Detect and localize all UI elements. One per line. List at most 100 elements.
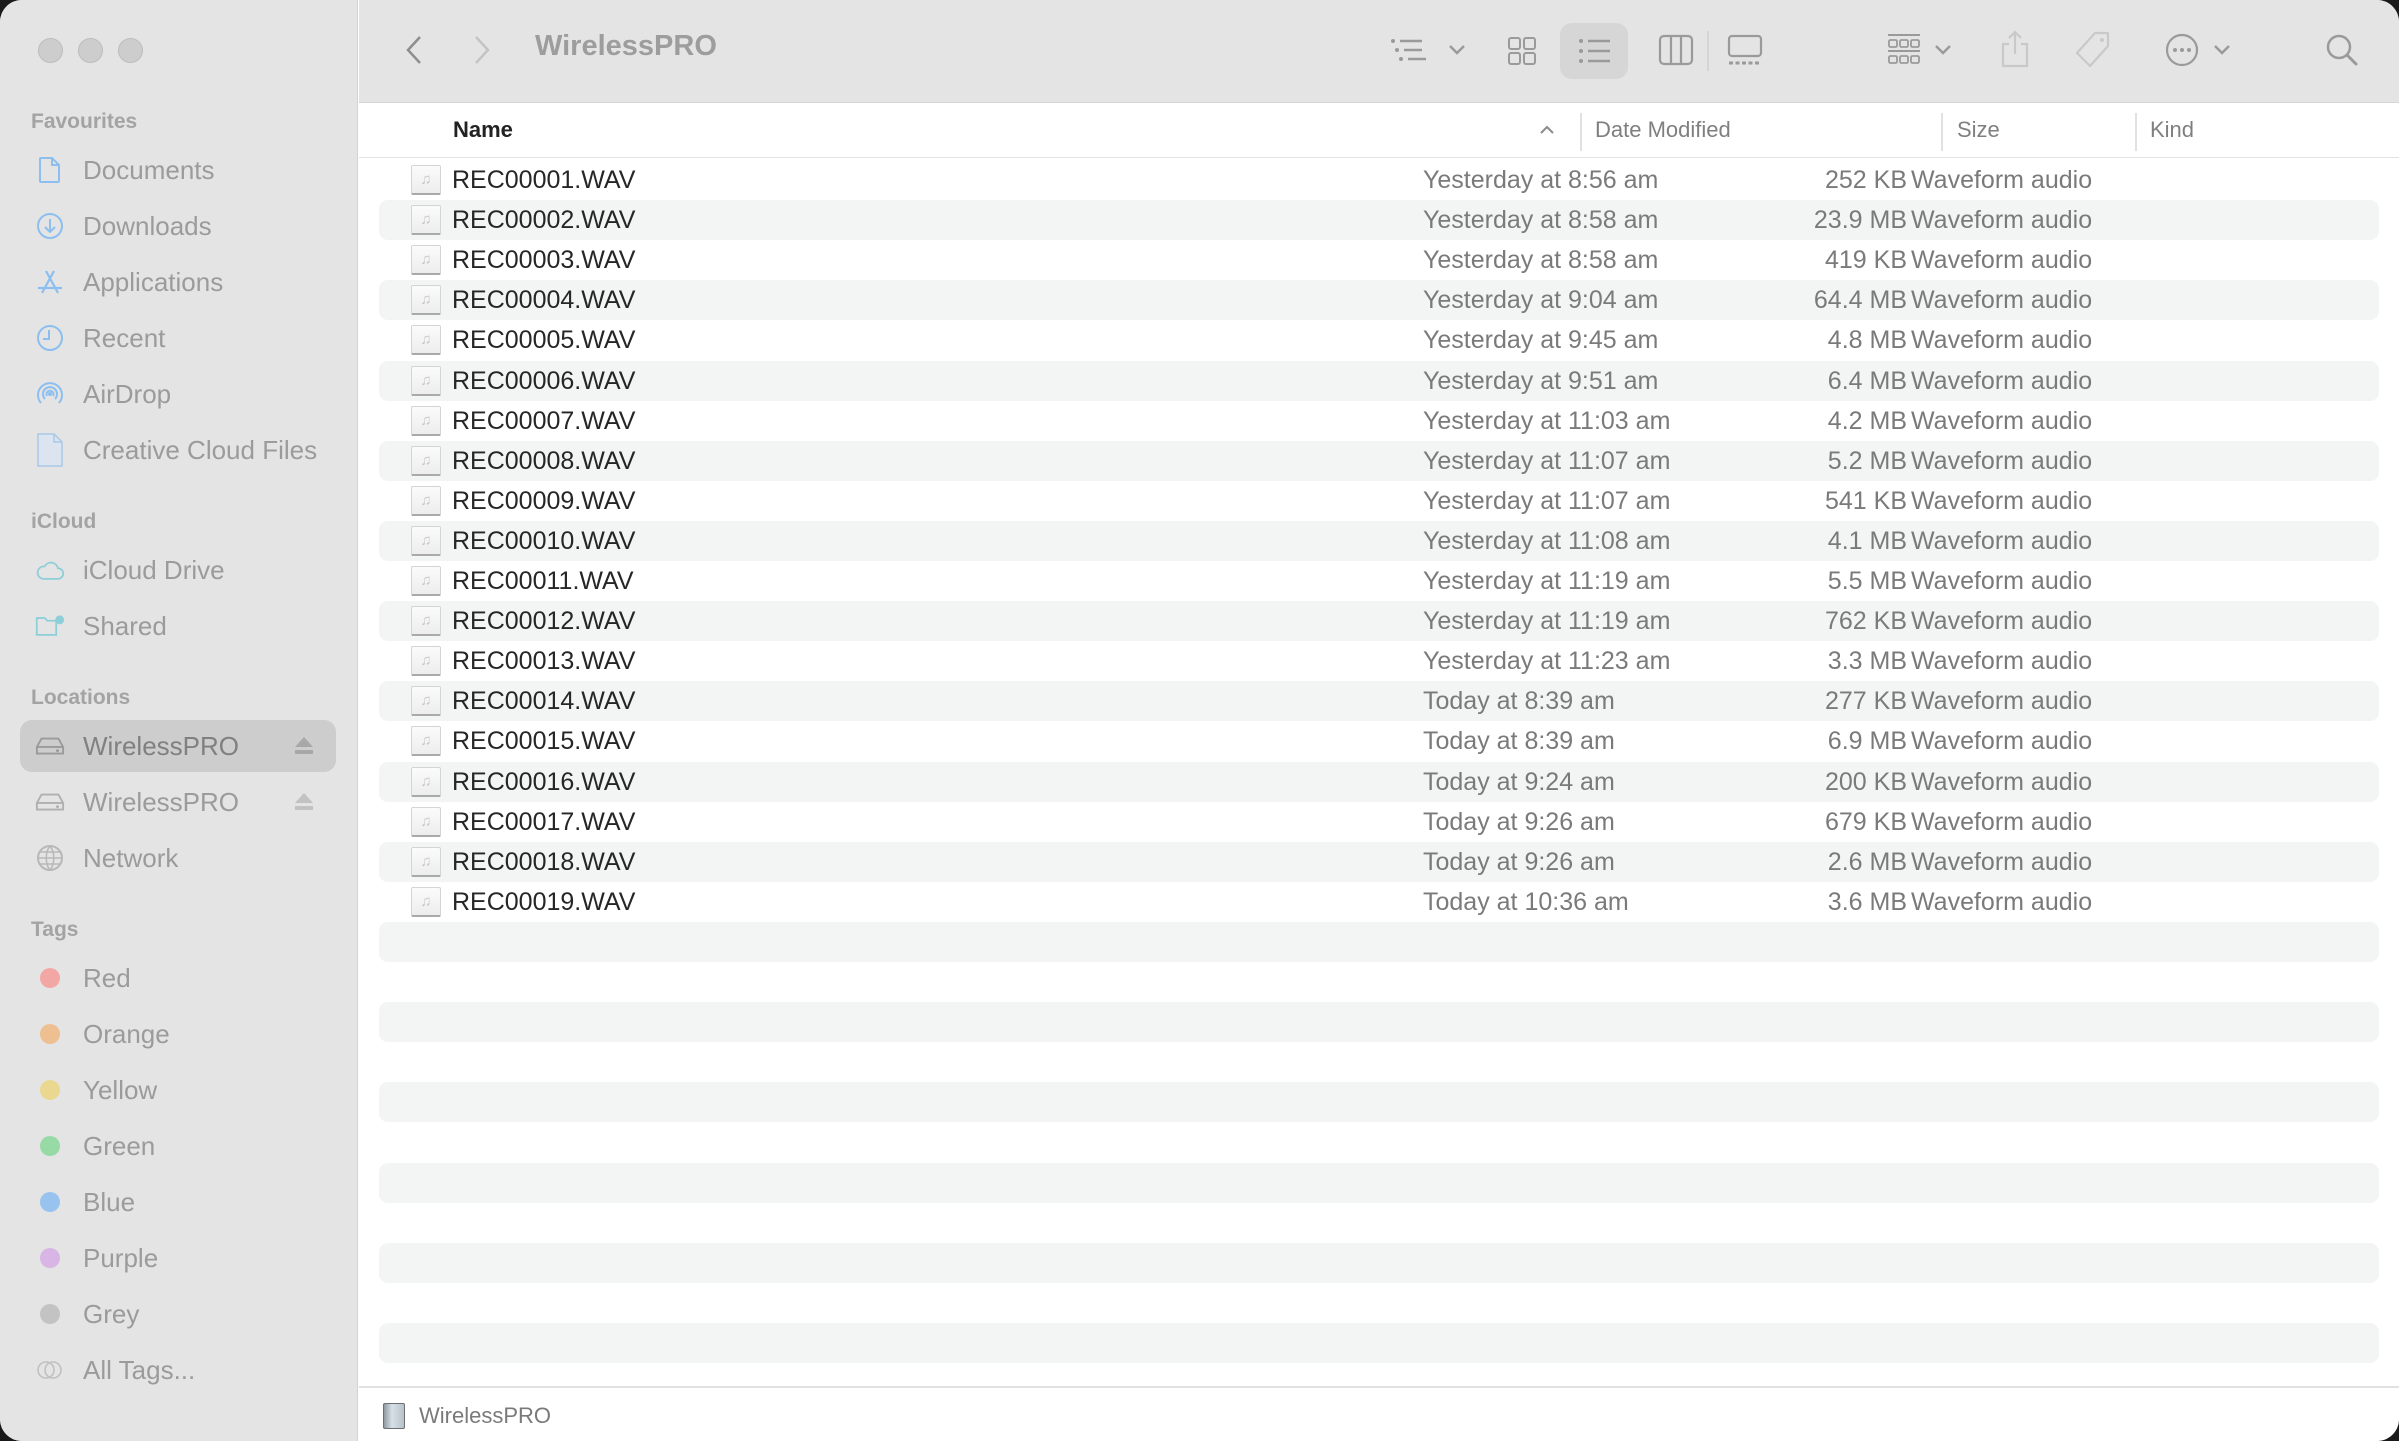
column-divider[interactable]	[2135, 113, 2137, 151]
file-row[interactable]: ♫ REC00001.WAV Yesterday at 8:56 am 252 KB W…	[379, 160, 2379, 200]
gallery-view-button[interactable]	[1725, 30, 1765, 70]
column-name[interactable]: Name	[453, 117, 513, 143]
file-name: REC00005.WAV	[452, 326, 636, 354]
file-row[interactable]: ♫ REC00015.WAV Today at 8:39 am 6.9 MB Wavef…	[379, 721, 2379, 761]
file-row[interactable]: ♫ REC00011.WAV Yesterday at 11:19 am 5.5 MB…	[379, 561, 2379, 601]
chevron-left-icon	[406, 36, 421, 64]
file-row[interactable]: ♫ REC00017.WAV Today at 9:26 am 679 KB Wavef…	[379, 802, 2379, 842]
file-size: 23.9 MB	[1813, 206, 1907, 234]
file-size: 6.4 MB	[1827, 367, 1907, 395]
file-name: REC00007.WAV	[452, 407, 636, 435]
chevron-right-icon	[475, 36, 490, 64]
file-date-modified: Yesterday at 11:19 am	[1423, 607, 1671, 635]
file-kind: Waveform audio	[1911, 808, 2093, 836]
file-row[interactable]: ♫ REC00019.WAV Today at 10:36 am 3.6 MB Wave…	[379, 882, 2379, 922]
file-date-modified: Yesterday at 8:56 am	[1423, 166, 1659, 194]
file-row[interactable]: ♫ REC00003.WAV Yesterday at 8:58 am 419 KB W…	[379, 240, 2379, 280]
sidebar-item-tag-yellow[interactable]: Yellow	[20, 1064, 336, 1116]
column-divider[interactable]	[1941, 113, 1943, 151]
sidebar-item-applications[interactable]: Applications	[20, 256, 336, 308]
sidebar-item-label: Yellow	[83, 1074, 158, 1105]
sidebar-item-wirelesspro-2[interactable]: WirelessPRO	[20, 776, 336, 828]
list-view-button[interactable]	[1560, 23, 1628, 79]
sidebar-item-icloud-drive[interactable]: iCloud Drive	[20, 544, 336, 596]
section-heading-tags: Tags	[31, 918, 79, 941]
eject-icon[interactable]	[294, 792, 314, 810]
columns-icon	[1658, 34, 1694, 66]
section-heading-favourites: Favourites	[31, 110, 138, 133]
file-row[interactable]: ♫ REC00016.WAV Today at 9:24 am 200 KB Wavef…	[379, 762, 2379, 802]
file-row[interactable]: ♫ REC00013.WAV Yesterday at 11:23 am 3.3 MB…	[379, 641, 2379, 681]
file-row[interactable]: ♫ REC00010.WAV Yesterday at 11:08 am 4.1 MB…	[379, 521, 2379, 561]
back-button[interactable]	[399, 30, 429, 70]
file-date-modified: Yesterday at 11:08 am	[1423, 527, 1671, 555]
file-date-modified: Yesterday at 9:04 am	[1423, 286, 1659, 314]
forward-button[interactable]	[467, 30, 497, 70]
close-button[interactable]	[38, 38, 63, 63]
sidebar-item-label: WirelessPRO	[83, 786, 240, 817]
sidebar-item-recent[interactable]: Recent	[20, 312, 336, 364]
minimize-button[interactable]	[78, 38, 103, 63]
file-kind: Waveform audio	[1911, 447, 2093, 475]
file-date-modified: Yesterday at 11:07 am	[1423, 447, 1671, 475]
sidebar-item-tag-purple[interactable]: Purple	[20, 1232, 336, 1284]
file-row[interactable]: ♫ REC00018.WAV Today at 9:26 am 2.6 MB Wavef…	[379, 842, 2379, 882]
file-row[interactable]: ♫ REC00002.WAV Yesterday at 8:58 am 23.9 MB…	[379, 200, 2379, 240]
section-heading-locations: Locations	[31, 686, 131, 709]
group-button[interactable]	[1879, 30, 1959, 70]
sidebar-item-creative-cloud-files[interactable]: Creative Cloud Files	[20, 424, 336, 476]
file-date-modified: Yesterday at 11:23 am	[1423, 647, 1671, 675]
sidebar-item-wirelesspro-1[interactable]: WirelessPRO	[20, 720, 336, 772]
file-kind: Waveform audio	[1911, 367, 2093, 395]
sidebar-item-tag-orange[interactable]: Orange	[20, 1008, 336, 1060]
icon-view-button[interactable]	[1502, 28, 1542, 74]
empty-row-stripe	[379, 922, 2379, 962]
tags-button[interactable]	[2069, 26, 2117, 74]
path-bar-item[interactable]: WirelessPRO	[419, 1403, 551, 1429]
file-kind: Waveform audio	[1911, 687, 2093, 715]
column-kind[interactable]: Kind	[2150, 117, 2194, 143]
sidebar-item-downloads[interactable]: Downloads	[20, 200, 336, 252]
eject-icon[interactable]	[294, 736, 314, 754]
sidebar-item-label: Purple	[83, 1242, 159, 1273]
sidebar-item-tag-red[interactable]: Red	[20, 952, 336, 1004]
sort-ascending-icon[interactable]	[1539, 122, 1555, 140]
file-row[interactable]: ♫ REC00007.WAV Yesterday at 11:03 am 4.2 MB…	[379, 401, 2379, 441]
search-button[interactable]	[2322, 30, 2362, 70]
sidebar: Favourites Documents Downloads Applicati…	[0, 0, 358, 1441]
file-row[interactable]: ♫ REC00004.WAV Yesterday at 9:04 am 64.4 MB…	[379, 280, 2379, 320]
sidebar-item-tag-grey[interactable]: Grey	[20, 1288, 336, 1340]
file-row[interactable]: ♫ REC00008.WAV Yesterday at 11:07 am 5.2 MB…	[379, 441, 2379, 481]
audio-file-icon: ♫	[411, 486, 441, 516]
file-row[interactable]: ♫ REC00006.WAV Yesterday at 9:51 am 6.4 MB W…	[379, 361, 2379, 401]
tag-green-icon	[40, 1136, 60, 1156]
share-button[interactable]	[1995, 26, 2035, 72]
airdrop-icon	[35, 379, 65, 409]
file-date-modified: Yesterday at 9:51 am	[1423, 367, 1659, 395]
file-date-modified: Yesterday at 11:19 am	[1423, 567, 1671, 595]
file-row[interactable]: ♫ REC00009.WAV Yesterday at 11:07 am 541 KB…	[379, 481, 2379, 521]
file-row[interactable]: ♫ REC00005.WAV Yesterday at 9:45 am 4.8 MB W…	[379, 320, 2379, 360]
file-size: 762 KB	[1824, 607, 1907, 635]
sidebar-item-tag-blue[interactable]: Blue	[20, 1176, 336, 1228]
column-divider[interactable]	[1580, 113, 1582, 151]
file-kind: Waveform audio	[1911, 166, 2093, 194]
file-row[interactable]: ♫ REC00012.WAV Yesterday at 11:19 am 762 KB…	[379, 601, 2379, 641]
column-date-modified[interactable]: Date Modified	[1595, 117, 1731, 143]
zoom-button[interactable]	[118, 38, 143, 63]
file-row[interactable]: ♫ REC00014.WAV Today at 8:39 am 277 KB Wavef…	[379, 681, 2379, 721]
tag-orange-icon	[40, 1024, 60, 1044]
sidebar-item-tag-green[interactable]: Green	[20, 1120, 336, 1172]
sidebar-item-airdrop[interactable]: AirDrop	[20, 368, 336, 420]
sidebar-item-shared[interactable]: Shared	[20, 600, 336, 652]
sort-options-button[interactable]	[1383, 30, 1473, 70]
sidebar-item-all-tags[interactable]: All Tags...	[20, 1344, 336, 1396]
column-view-button[interactable]	[1656, 30, 1696, 70]
external-drive-icon	[383, 1403, 405, 1429]
more-actions-button[interactable]	[2153, 28, 2243, 72]
empty-row-stripe	[379, 1002, 2379, 1042]
audio-file-icon: ♫	[411, 606, 441, 636]
sidebar-item-network[interactable]: Network	[20, 832, 336, 884]
sidebar-item-documents[interactable]: Documents	[20, 144, 336, 196]
column-size[interactable]: Size	[1957, 117, 2000, 143]
